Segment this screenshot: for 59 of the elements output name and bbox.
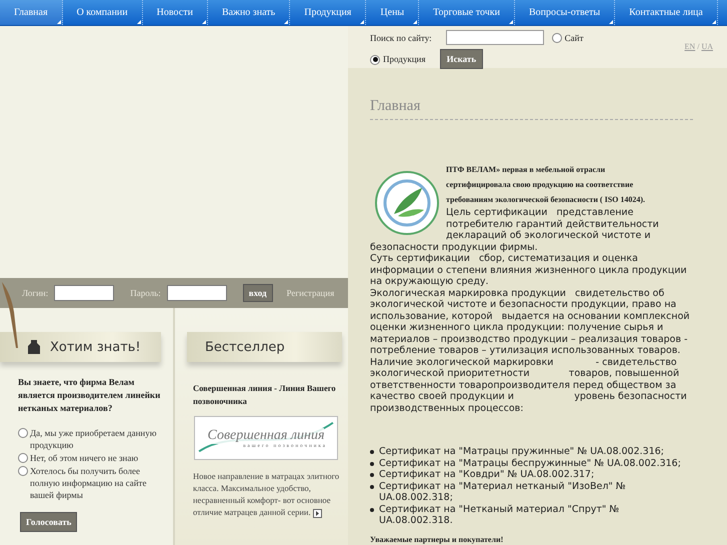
inkwell-icon — [28, 340, 40, 354]
radio-button[interactable] — [18, 453, 28, 463]
language-link[interactable]: EN — [684, 42, 696, 51]
poll-option[interactable]: Да, мы уже приобретаем данную продукцию — [0, 427, 173, 452]
login-field[interactable] — [54, 285, 114, 301]
search-field[interactable] — [446, 30, 544, 45]
search-label: Поиск по сайту: — [370, 32, 432, 42]
certificate-item: Сертификат на "Материал нетканый "ИзоВел" № UA.08.002.318; — [379, 480, 627, 504]
radio-button[interactable] — [552, 33, 562, 43]
nav-link[interactable]: Контактные лица — [615, 0, 718, 25]
bullet-icon — [370, 462, 374, 466]
nav-link[interactable]: Продукция — [290, 0, 366, 25]
language-link[interactable]: UA — [701, 42, 713, 51]
intro-text: ПТФ ВЕЛАМ» первая в мебельной отрасли сертифицировала свою продукцию на соответствие требованиям экологической безопасности ( ISO 14024). — [446, 164, 646, 206]
vote-button[interactable]: Голосовать — [20, 512, 78, 532]
certificate-item: Сертификат на "Матрацы пружинные" № UA.08.002.316; — [379, 446, 664, 458]
poll-question: Вы знаете, что фирма Велам является производителем линейки нетканых материалов? — [17, 376, 162, 415]
bullet-icon — [370, 484, 374, 488]
nav-link[interactable]: Важно знать — [208, 0, 290, 25]
certificate-item: Сертификат на "Нетканый материал "Спрут" № UA.08.002.318. — [379, 504, 620, 526]
paragraph: Суть сертификации сбор, систематизация и оценка информации о степени влияния жизненного цикла продукции на окружающую среду. — [370, 253, 688, 288]
paragraph: Экологическая маркировка продукции свидетельство об экологической чистоте и безопасности продукции, право на использование, которой выдается на основании комплексной оценки жизненного цикла продукции: получение сырья и материалов – производство продукции – реализация товаров - потребление товаров – утилизация использованных товаров. — [370, 288, 691, 356]
product-description: Новое направление в матрацах элитного класса. Максимальное удобство, несравненный комфорт- вот основное отличие матрацев данной серии. — [192, 470, 340, 518]
certificate-item: Сертификат на "Ковдри" № UA.08.002.317; — [379, 469, 594, 480]
scope-option[interactable]: Продукция — [370, 54, 432, 64]
radio-button[interactable] — [370, 54, 380, 64]
page-title: Главная — [370, 98, 693, 120]
quill-icon — [0, 280, 20, 350]
nav-link[interactable]: Новости — [142, 0, 208, 25]
certificate-item: Сертификат на "Матрацы беспружинные" № UA.08.002.316; — [379, 458, 681, 469]
password-field[interactable] — [166, 285, 227, 301]
password-label: Пароль: — [130, 288, 161, 298]
radio-button[interactable] — [18, 428, 28, 438]
product-title: Совершенная линия - Линия Вашего позвоночника — [192, 382, 337, 408]
eco-certification-logo — [374, 170, 440, 236]
search-button[interactable]: Искать — [440, 49, 484, 69]
register-link[interactable]: Регистрация — [286, 288, 334, 298]
nav-link[interactable]: Цены — [366, 0, 420, 25]
poll-title: Хотим знать! — [50, 340, 141, 354]
more-arrow-icon[interactable] — [312, 508, 322, 518]
banner-title: Совершенная линия — [208, 428, 324, 444]
closing-text: Уважаемые партнеры и покупатели! — [370, 534, 504, 544]
poll-option[interactable]: Нет, об этом ничего не знаю — [0, 452, 173, 465]
paragraph: Цель сертификации представление потребителю гарантий действительности деклараций об экологической чистоте и безопасности продукции фирмы. — [370, 207, 660, 253]
login-button[interactable]: вход — [242, 284, 273, 302]
nav-link[interactable]: Главная — [0, 0, 63, 25]
radio-button[interactable] — [18, 466, 28, 476]
scope-option[interactable]: Сайт — [552, 32, 584, 43]
language-separator: / — [696, 42, 700, 51]
paragraph: Наличие экологической маркировки - свидетельство экологической приоритетности товаров, повышенной ответственности товаропроизводителя перед обществом за качество своей продукции и уровень безопасности производственных процессов: — [370, 356, 688, 414]
poll-option[interactable]: Хотелось бы получить более полную информацию на сайте вашей фирмы — [0, 465, 173, 502]
bullet-icon — [370, 450, 374, 454]
nav-link[interactable]: О компании — [62, 0, 143, 25]
nav-link[interactable]: Вопросы-ответы — [514, 0, 616, 25]
bullet-icon — [370, 508, 374, 512]
bullet-icon — [370, 473, 374, 477]
nav-link[interactable]: Торговые точки — [419, 0, 515, 25]
bestseller-title: Бестселлер — [205, 340, 285, 354]
login-label: Логин: — [22, 288, 48, 298]
